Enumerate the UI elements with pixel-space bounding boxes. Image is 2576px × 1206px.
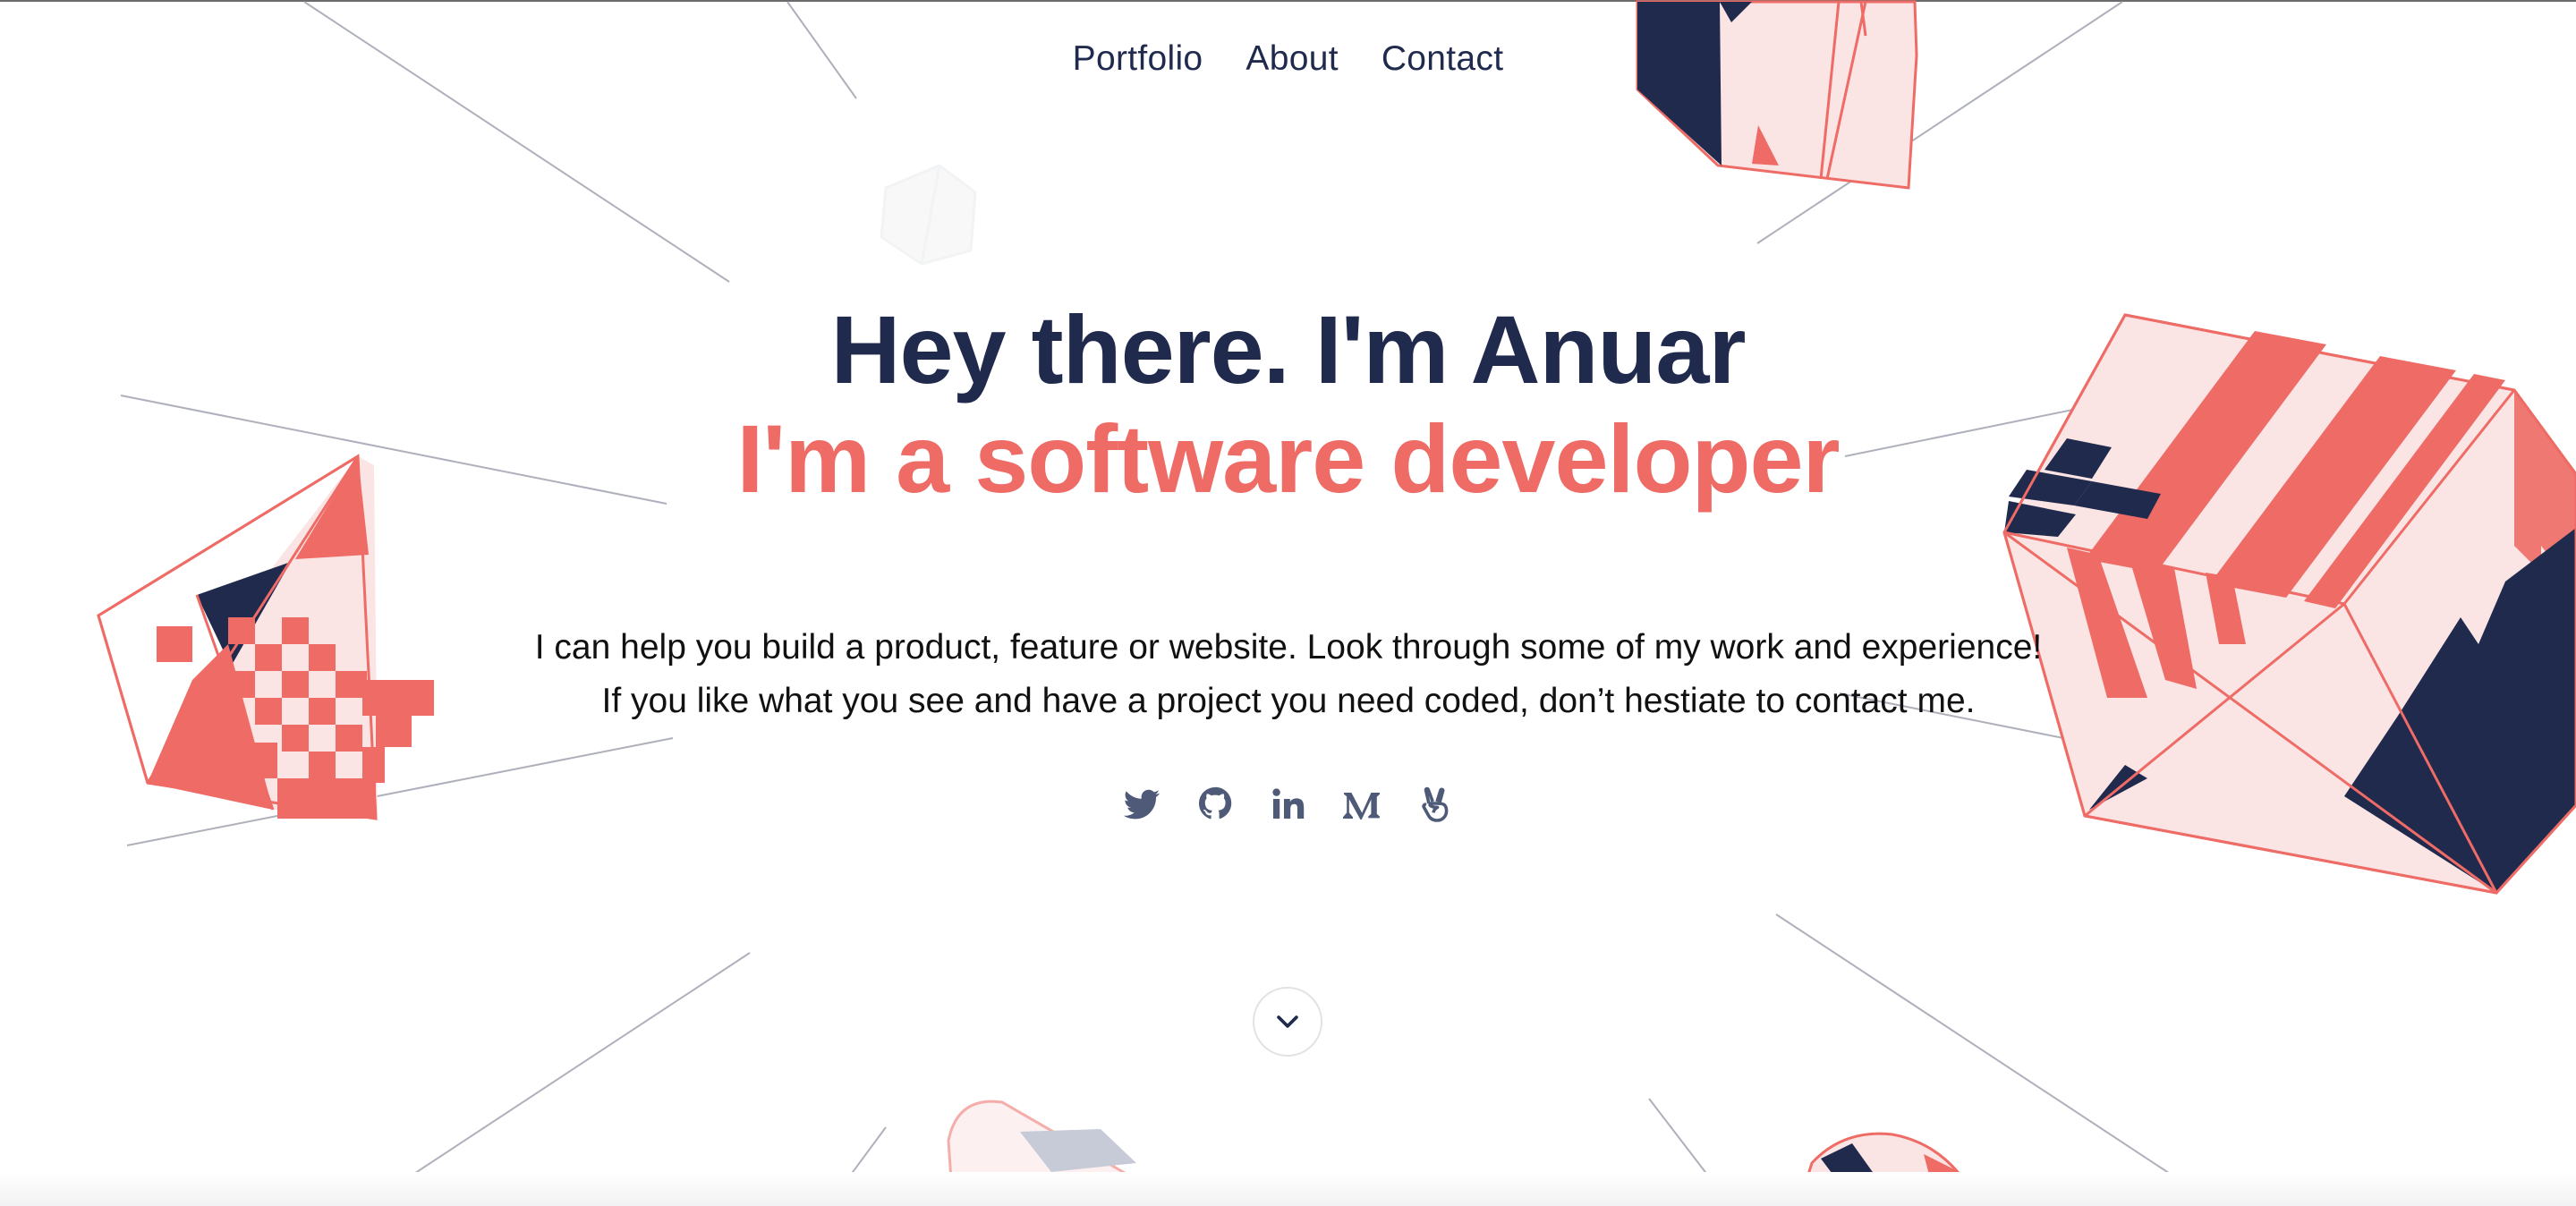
github-link[interactable]: [1194, 783, 1237, 826]
chevron-down-icon: [1277, 1015, 1298, 1028]
social-links: [0, 783, 2576, 826]
scroll-down-button[interactable]: [1253, 987, 1322, 1057]
top-navigation: Portfolio About Contact: [0, 39, 2576, 79]
linkedin-link[interactable]: [1267, 783, 1310, 826]
twitter-icon: [1123, 789, 1160, 820]
hero-intro-text: I can help you build a product, feature …: [534, 628, 2043, 720]
angellist-icon: [1421, 786, 1448, 822]
faint-cube-illustration: [880, 164, 977, 266]
angellist-link[interactable]: [1414, 783, 1457, 826]
github-icon: [1198, 786, 1231, 820]
linkedin-icon: [1271, 788, 1304, 819]
top-cube-illustration: [1636, 0, 1918, 190]
hero-heading: Hey there. I'm Anuar I'm a software deve…: [0, 295, 2576, 514]
medium-link[interactable]: [1340, 783, 1383, 826]
nav-link-portfolio[interactable]: Portfolio: [1073, 39, 1203, 79]
bottom-fade: [0, 1172, 2576, 1206]
nav-link-contact[interactable]: Contact: [1382, 39, 1504, 79]
hero-title: Hey there. I'm Anuar: [830, 295, 1747, 403]
medium-icon: [1342, 793, 1380, 820]
twitter-link[interactable]: [1120, 783, 1163, 826]
hero-subtitle: I'm a software developer: [736, 404, 1840, 513]
nav-link-about[interactable]: About: [1245, 39, 1338, 79]
